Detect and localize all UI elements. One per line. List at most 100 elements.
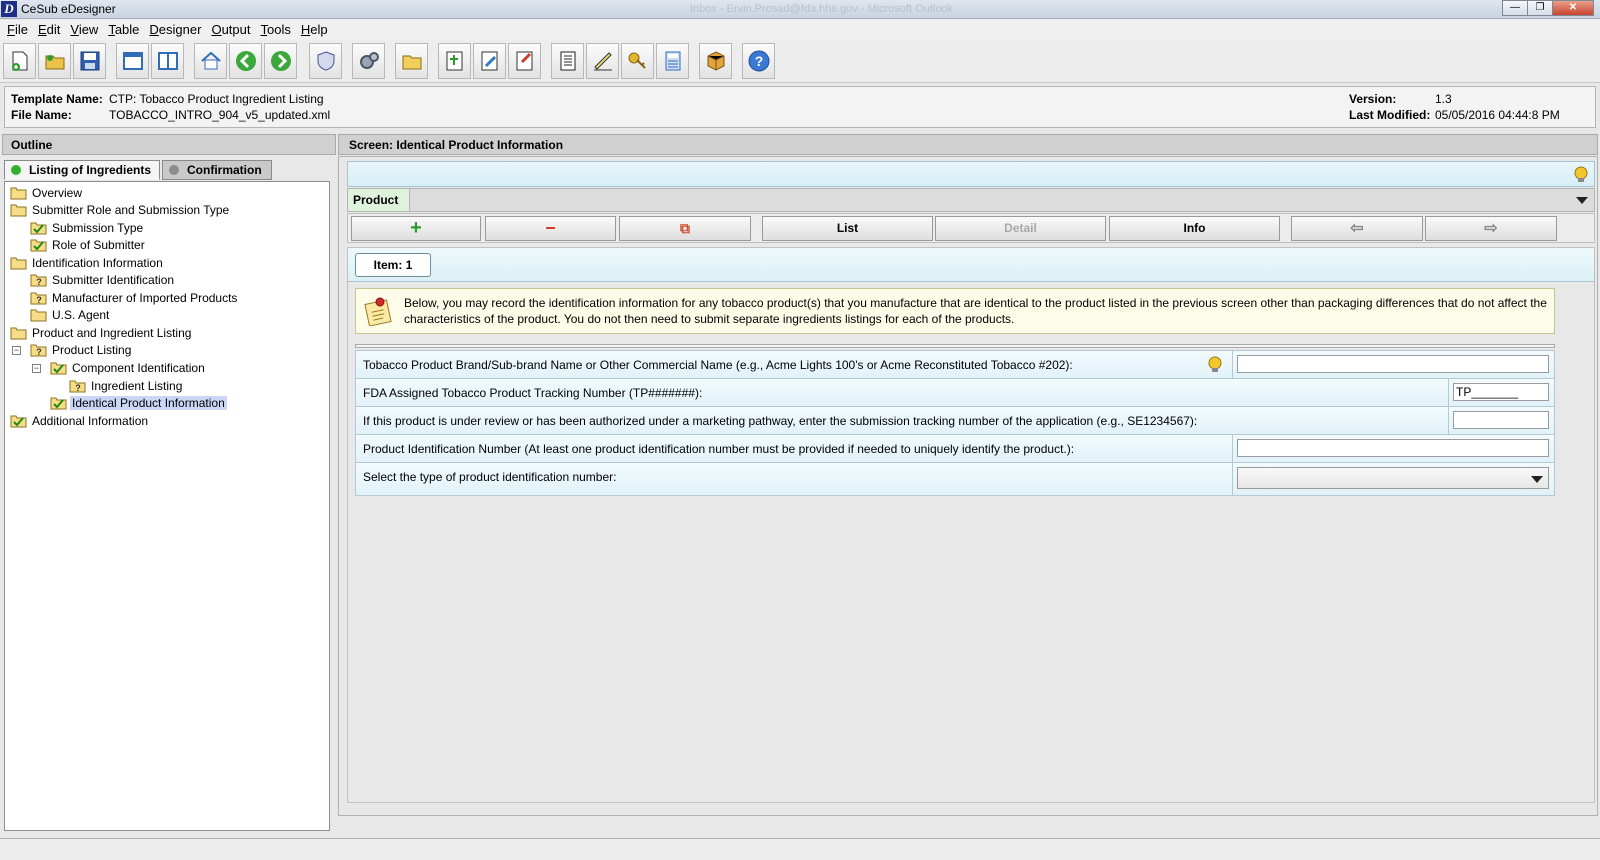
open-file-button[interactable] <box>38 43 71 79</box>
version-value: 1.3 <box>1435 92 1452 106</box>
screen-body: Product + − ⧉ List Detail Info ⇦ ⇨ Item:… <box>338 156 1598 816</box>
dropdown-arrow-icon[interactable] <box>1531 476 1543 483</box>
product-id-type-select[interactable] <box>1237 467 1549 489</box>
product-selector-row: Product <box>347 188 1595 212</box>
lightbulb-icon[interactable] <box>1208 356 1222 374</box>
template-name-label: Template Name: <box>11 92 103 106</box>
toolbar: ? <box>0 40 1600 83</box>
collapse-toggle-icon[interactable]: − <box>12 346 21 355</box>
remove-record-button[interactable]: − <box>485 216 616 241</box>
tree-item-label: Overview <box>32 186 83 200</box>
menu-tools[interactable]: Tools <box>255 20 295 40</box>
next-record-button[interactable]: ⇨ <box>1425 216 1557 241</box>
menu-designer[interactable]: Designer <box>144 20 206 40</box>
tree-item-label: Identical Product Information <box>70 396 227 410</box>
collapse-toggle-icon[interactable]: − <box>32 364 41 373</box>
screen-title: Screen: Identical Product Information <box>338 134 1598 155</box>
last-modified-value: 05/05/2016 04:44:8 PM <box>1435 108 1560 122</box>
title-bar: D CeSub eDesigner Inbox - Ervin.Prosad@f… <box>0 0 1600 19</box>
key-button[interactable] <box>621 43 654 79</box>
hint-bar <box>347 161 1595 187</box>
menu-help[interactable]: Help <box>296 20 333 40</box>
menu-view[interactable]: View <box>65 20 103 40</box>
open-folder-icon <box>45 55 65 70</box>
instruction-note: Below, you may record the identification… <box>355 288 1555 334</box>
calculator-button[interactable] <box>656 43 689 79</box>
open-project-button[interactable] <box>395 43 428 79</box>
document-button[interactable] <box>551 43 584 79</box>
template-name-value: CTP: Tobacco Product Ingredient Listing <box>109 92 324 106</box>
form-row-product-id-type: Select the type of product identificatio… <box>355 462 1555 496</box>
question-folder-icon: ? <box>30 292 47 305</box>
notepad-pin-icon <box>364 297 392 326</box>
window-layout-button[interactable] <box>116 43 149 79</box>
copy-record-button[interactable]: ⧉ <box>619 216 751 241</box>
tracking-number-input[interactable] <box>1453 383 1549 401</box>
checked-folder-icon <box>30 222 47 235</box>
menu-table[interactable]: Table <box>103 20 144 40</box>
settings-button[interactable] <box>352 43 385 79</box>
gears-icon <box>360 52 379 69</box>
forward-button[interactable] <box>264 43 297 79</box>
brand-name-cell <box>1232 351 1554 378</box>
menu-table-label: able <box>114 22 140 37</box>
menu-tools-label: ools <box>266 22 291 37</box>
window-icon <box>123 52 143 70</box>
list-button[interactable]: List <box>762 216 933 241</box>
home-button[interactable] <box>194 43 227 79</box>
validate-button[interactable] <box>309 43 342 79</box>
edit-icon <box>481 51 498 71</box>
instruction-note-text: Below, you may record the identification… <box>404 296 1547 326</box>
submission-tracking-input[interactable] <box>1453 411 1549 429</box>
export-icon <box>516 51 533 71</box>
tree-item-label: Product and Ingredient Listing <box>32 326 192 340</box>
tracking-number-label: FDA Assigned Tobacco Product Tracking Nu… <box>363 386 703 400</box>
question-folder-icon: ? <box>30 344 47 357</box>
import-button[interactable] <box>438 43 471 79</box>
dropdown-arrow-icon[interactable] <box>1576 197 1588 204</box>
package-button[interactable] <box>699 43 732 79</box>
tab-listing-of-ingredients[interactable]: Listing of Ingredients <box>4 160 160 180</box>
product-id-number-input[interactable] <box>1237 439 1549 457</box>
import-icon <box>446 51 463 71</box>
tree-item-label: Product Listing <box>52 343 132 357</box>
tab-confirmation[interactable]: Confirmation <box>162 160 272 180</box>
tree-item-label: U.S. Agent <box>52 308 110 322</box>
product-id-type-label: Select the type of product identificatio… <box>363 470 617 484</box>
key-icon <box>628 52 646 69</box>
add-record-button[interactable]: + <box>351 216 481 241</box>
help-button[interactable]: ? <box>742 43 775 79</box>
last-modified-label: Last Modified: <box>1349 108 1431 122</box>
close-button[interactable]: ✕ <box>1552 0 1594 16</box>
brand-name-input[interactable] <box>1237 355 1549 373</box>
detail-button[interactable]: Detail <box>935 216 1106 241</box>
info-button[interactable]: Info <box>1109 216 1280 241</box>
edit-button[interactable] <box>473 43 506 79</box>
folder-icon <box>10 327 27 340</box>
previous-record-button[interactable]: ⇦ <box>1291 216 1423 241</box>
maximize-button[interactable]: ❐ <box>1527 0 1553 16</box>
green-status-dot-icon <box>11 165 21 175</box>
menu-edit[interactable]: Edit <box>33 20 65 40</box>
menu-output[interactable]: Output <box>206 20 255 40</box>
svg-text:?: ? <box>75 383 81 393</box>
item-tab[interactable]: Item: 1 <box>355 253 431 277</box>
minimize-button[interactable]: — <box>1502 0 1528 16</box>
menu-file[interactable]: File <box>2 20 33 40</box>
form-row-brand-name: Tobacco Product Brand/Sub-brand Name or … <box>355 350 1555 379</box>
svg-text:?: ? <box>755 53 764 69</box>
item-tab-bar: Item: 1 <box>348 248 1594 282</box>
design-button[interactable] <box>586 43 619 79</box>
export-button[interactable] <box>508 43 541 79</box>
back-button[interactable] <box>229 43 262 79</box>
split-view-button[interactable] <box>151 43 184 79</box>
folder-icon <box>10 187 27 200</box>
new-file-button[interactable] <box>3 43 36 79</box>
save-button[interactable] <box>73 43 106 79</box>
menu-edit-label: dit <box>46 22 61 37</box>
lightbulb-icon[interactable] <box>1574 166 1588 184</box>
product-id-number-label: Product Identification Number (At least … <box>363 442 1075 456</box>
checked-folder-icon <box>30 239 47 252</box>
product-combobox[interactable] <box>414 189 1594 211</box>
ruler-icon <box>594 52 612 71</box>
